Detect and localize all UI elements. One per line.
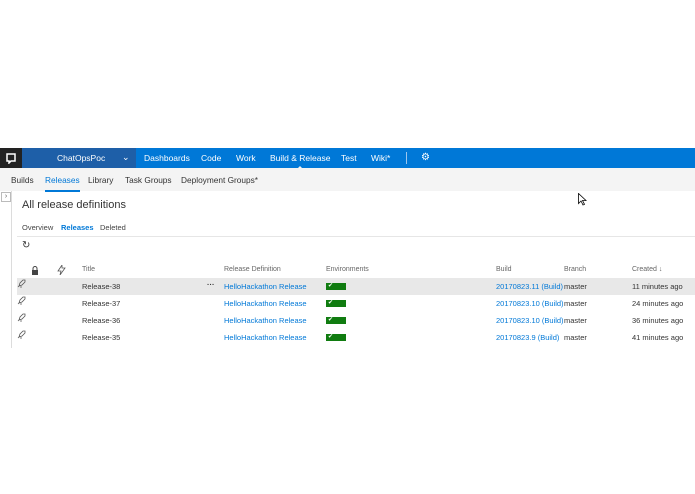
refresh-icon[interactable]: ↻ <box>22 240 30 251</box>
col-branch[interactable]: Branch <box>564 266 586 273</box>
release-icon <box>17 296 26 305</box>
release-icon <box>17 313 26 322</box>
subnav-library[interactable]: Library <box>88 175 113 185</box>
table-row[interactable]: Release-37 HelloHackathon Release ✔ 2017… <box>17 295 695 312</box>
nav-divider <box>406 152 407 164</box>
branch: master <box>564 282 587 291</box>
branch: master <box>564 333 587 342</box>
gear-icon[interactable]: ⚙ <box>421 152 430 163</box>
environment-status[interactable]: ✔ <box>326 300 346 307</box>
table-row[interactable]: Release-35 HelloHackathon Release ✔ 2017… <box>17 329 695 346</box>
subnav-deployment-groups[interactable]: Deployment Groups* <box>181 175 258 185</box>
created: 36 minutes ago <box>632 316 684 325</box>
release-title[interactable]: Release-36 <box>82 316 120 325</box>
vsts-logo-icon[interactable] <box>0 148 22 168</box>
col-created-label: Created <box>632 266 657 273</box>
lock-icon <box>32 266 38 275</box>
release-definition-link[interactable]: HelloHackathon Release <box>224 282 307 291</box>
vsts-app: ChatOpsPoc ⌄ Dashboards Code Work Build … <box>0 148 695 348</box>
project-name: ChatOpsPoc <box>57 153 106 163</box>
subnav-builds[interactable]: Builds <box>11 175 34 185</box>
environment-status[interactable]: ✔ <box>326 283 346 290</box>
release-title[interactable]: Release-35 <box>82 333 120 342</box>
environment-status[interactable]: ✔ <box>326 317 346 324</box>
build-link[interactable]: 20170823.10 (Build) <box>496 299 564 308</box>
created: 24 minutes ago <box>632 299 684 308</box>
release-definition-link[interactable]: HelloHackathon Release <box>224 333 307 342</box>
table-row[interactable]: Release-36 HelloHackathon Release ✔ 2017… <box>17 312 695 329</box>
nav-code[interactable]: Code <box>201 153 221 163</box>
lightning-icon <box>57 265 66 275</box>
col-title[interactable]: Title <box>82 266 95 273</box>
release-title[interactable]: Release-38 <box>82 282 120 291</box>
tab-overview[interactable]: Overview <box>22 223 53 232</box>
created: 11 minutes ago <box>632 282 683 291</box>
col-created[interactable]: Created ↓ <box>632 266 662 273</box>
chevron-right-icon[interactable]: › <box>1 192 11 202</box>
sub-nav: Builds Releases Library Task Groups Depl… <box>0 168 695 206</box>
release-icon <box>17 279 26 288</box>
sort-down-icon: ↓ <box>658 266 663 273</box>
release-definition-link[interactable]: HelloHackathon Release <box>224 299 307 308</box>
release-definition-link[interactable]: HelloHackathon Release <box>224 316 307 325</box>
table-row[interactable]: Release-38 ··· HelloHackathon Release ✔ … <box>17 278 695 295</box>
subnav-releases[interactable]: Releases <box>45 175 80 192</box>
environment-status[interactable]: ✔ <box>326 334 346 341</box>
page-title: All release definitions <box>22 199 126 211</box>
created: 41 minutes ago <box>632 333 684 342</box>
nav-work[interactable]: Work <box>236 153 256 163</box>
col-build[interactable]: Build <box>496 266 512 273</box>
build-link[interactable]: 20170823.11 (Build) <box>496 282 563 291</box>
subnav-task-groups[interactable]: Task Groups <box>125 175 172 185</box>
release-title[interactable]: Release-37 <box>82 299 120 308</box>
tab-releases[interactable]: Releases <box>61 223 94 232</box>
release-icon <box>17 330 26 339</box>
project-selector[interactable]: ChatOpsPoc ⌄ <box>22 148 136 168</box>
build-link[interactable]: 20170823.10 (Build) <box>496 316 564 325</box>
top-nav: ChatOpsPoc ⌄ Dashboards Code Work Build … <box>0 148 695 169</box>
nav-test[interactable]: Test <box>341 153 357 163</box>
ellipsis-icon[interactable]: ··· <box>207 280 215 289</box>
build-link[interactable]: 20170823.9 (Build) <box>496 333 559 342</box>
col-definition[interactable]: Release Definition <box>224 266 281 273</box>
mouse-cursor-icon <box>578 193 587 206</box>
nav-dashboards[interactable]: Dashboards <box>144 153 190 163</box>
nav-wiki[interactable]: Wiki* <box>371 153 390 163</box>
tab-deleted[interactable]: Deleted <box>100 223 126 232</box>
divider <box>17 236 695 237</box>
chevron-down-icon: ⌄ <box>122 152 130 162</box>
col-environments[interactable]: Environments <box>326 266 369 273</box>
nav-build-release[interactable]: Build & Release <box>270 153 330 169</box>
branch: master <box>564 299 587 308</box>
branch: master <box>564 316 587 325</box>
left-panel-toggle[interactable]: › <box>0 191 12 348</box>
